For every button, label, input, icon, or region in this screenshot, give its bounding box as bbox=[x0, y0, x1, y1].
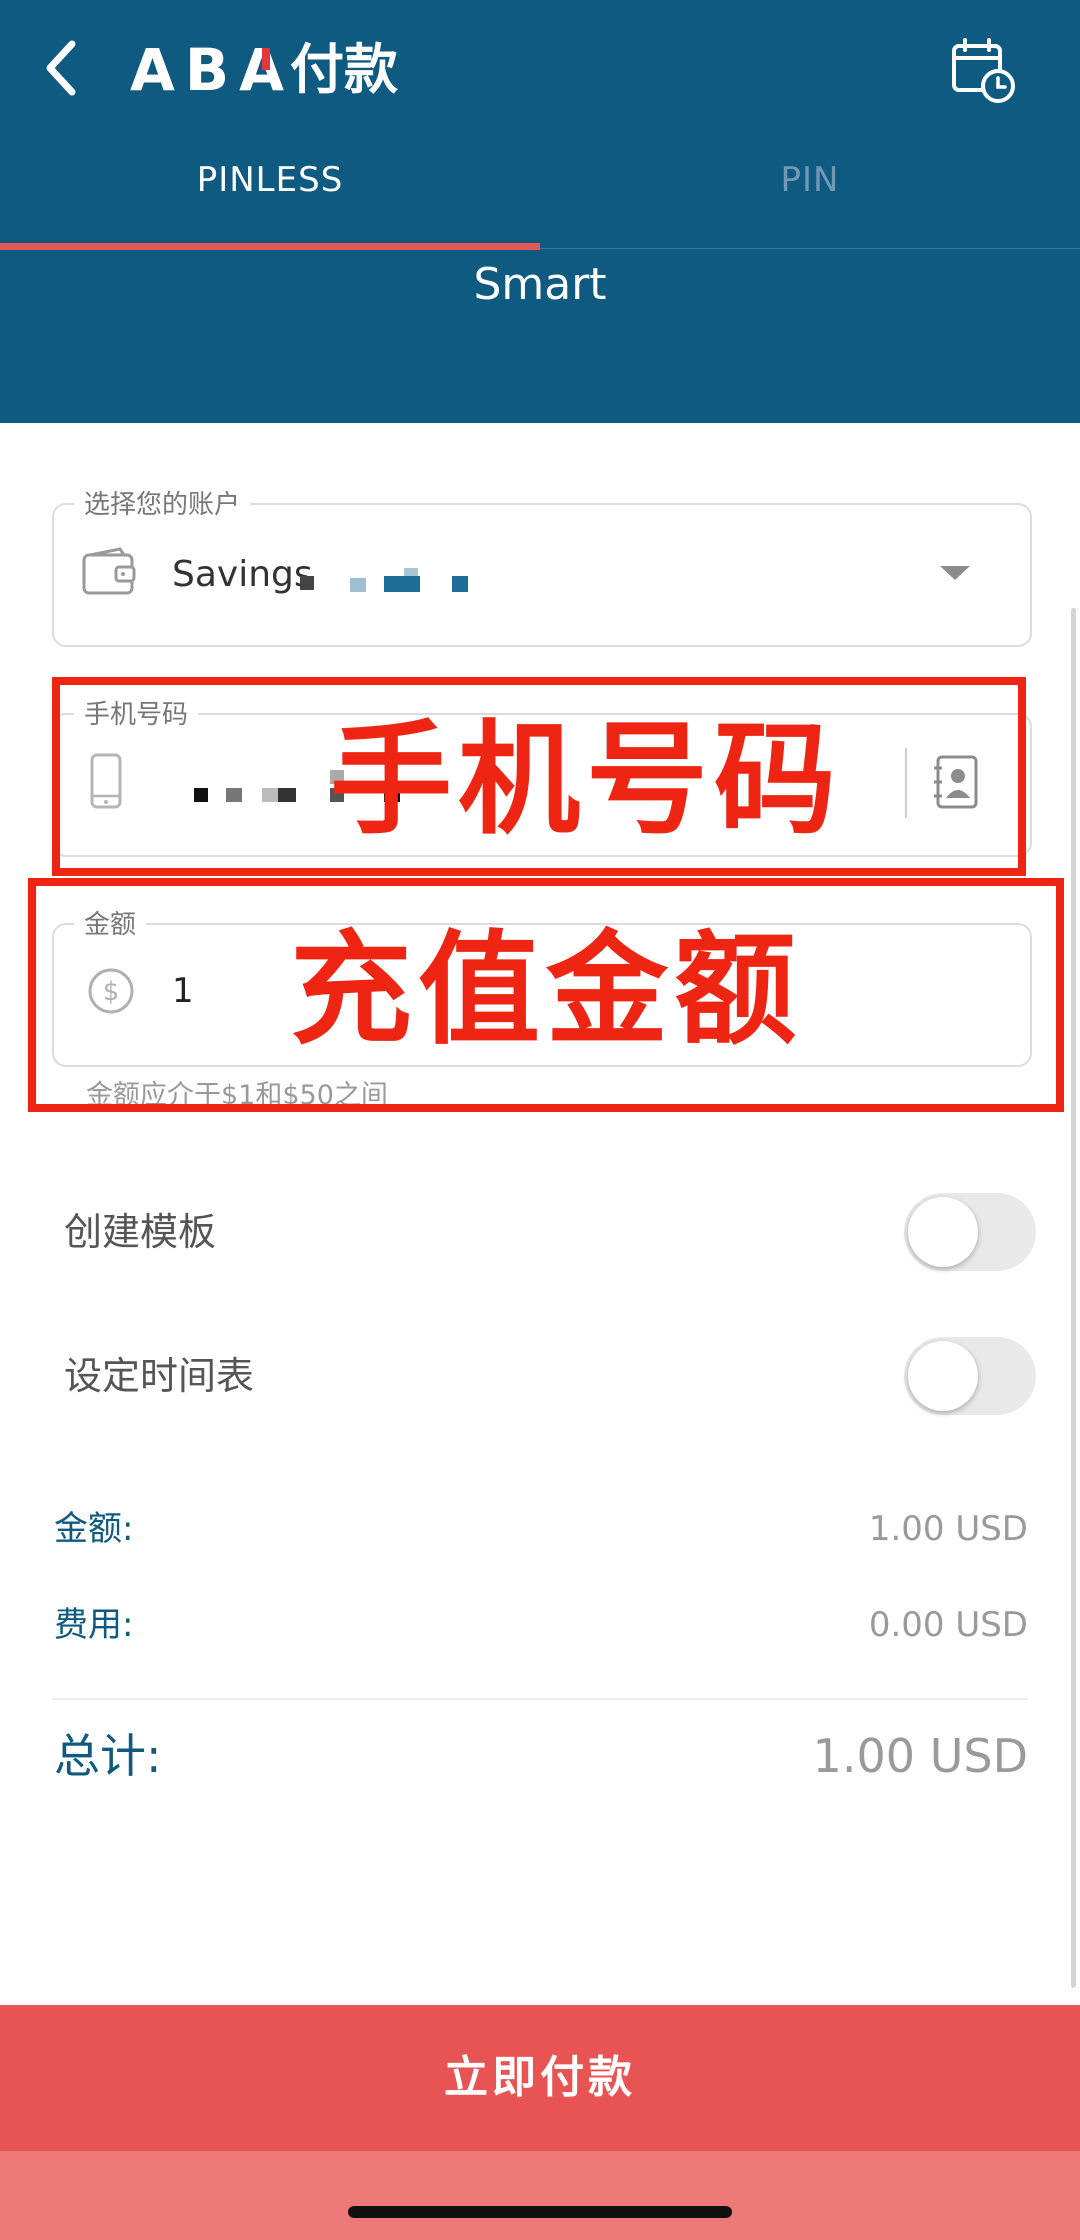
masked-account-number bbox=[452, 576, 468, 592]
dropdown-arrow-icon[interactable] bbox=[940, 566, 970, 580]
scrollbar[interactable] bbox=[1071, 608, 1076, 1988]
create-template-toggle[interactable] bbox=[904, 1193, 1036, 1271]
summary-divider bbox=[52, 1698, 1028, 1700]
masked-account-number bbox=[404, 568, 418, 576]
schedule-history-button[interactable] bbox=[948, 34, 1020, 106]
bottom-safe-area bbox=[0, 2151, 1080, 2240]
create-template-label: 创建模板 bbox=[64, 1210, 217, 1254]
tab-pin[interactable]: PIN bbox=[540, 150, 1080, 210]
pay-now-button[interactable]: 立即付款 bbox=[0, 2005, 1080, 2151]
home-indicator[interactable] bbox=[348, 2206, 732, 2218]
summary-total-value: 1.00 USD bbox=[812, 1729, 1028, 1783]
set-schedule-toggle[interactable] bbox=[904, 1337, 1036, 1415]
summary-total-label: 总计: bbox=[54, 1729, 162, 1783]
summary-amount-value: 1.00 USD bbox=[868, 1509, 1028, 1549]
back-button[interactable] bbox=[38, 30, 108, 110]
calendar-clock-icon bbox=[952, 38, 1015, 103]
annotation-label-amount: 充值金额 bbox=[290, 919, 802, 1061]
back-icon bbox=[46, 40, 76, 96]
set-schedule-label: 设定时间表 bbox=[64, 1354, 255, 1398]
summary-fee-label: 费用: bbox=[54, 1605, 134, 1645]
summary-amount-label: 金额: bbox=[54, 1509, 134, 1549]
annotation-label-phone: 手机号码 bbox=[330, 709, 842, 851]
operator-name: Smart bbox=[473, 259, 607, 310]
summary-fee-value: 0.00 USD bbox=[868, 1605, 1028, 1645]
aba-logo: ABA bbox=[130, 36, 294, 104]
masked-account-number bbox=[300, 576, 314, 590]
account-name: Savings bbox=[172, 554, 313, 595]
masked-account-number bbox=[350, 578, 366, 592]
toggle-knob bbox=[908, 1197, 978, 1267]
active-tab-indicator bbox=[0, 243, 540, 250]
page-title: 付款 bbox=[290, 38, 398, 101]
wallet-icon bbox=[80, 545, 140, 601]
account-field-label: 选择您的账户 bbox=[74, 488, 251, 522]
masked-account-number bbox=[384, 576, 420, 592]
tab-pinless[interactable]: PINLESS bbox=[0, 150, 540, 210]
aba-logo-mark bbox=[262, 48, 270, 70]
toggle-knob bbox=[908, 1341, 978, 1411]
